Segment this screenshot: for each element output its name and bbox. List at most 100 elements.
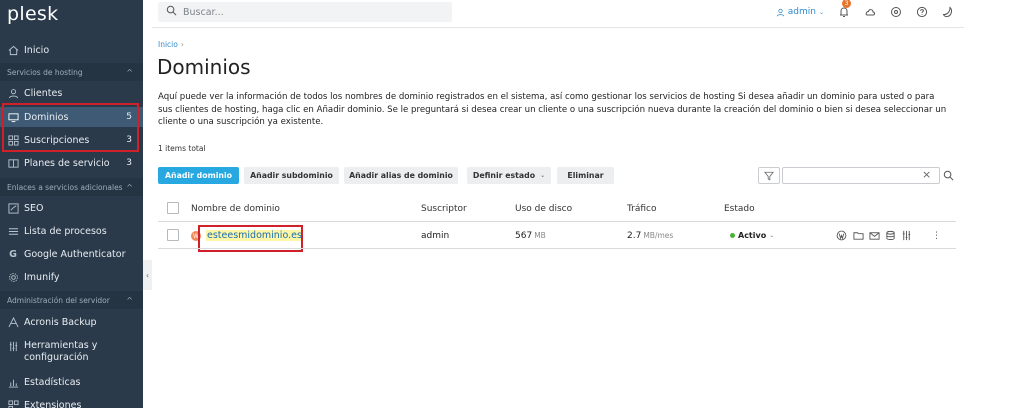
add-subdomain-button[interactable]: Añadir subdominio <box>244 167 339 184</box>
sidebar-item-label: Extensiones <box>24 399 82 408</box>
sidebar-item-herramientas[interactable]: Herramientas y configuración <box>0 336 143 368</box>
chart-up-icon <box>7 202 19 214</box>
plesk-logo[interactable]: plesk <box>7 3 58 25</box>
add-domain-alias-button[interactable]: Añadir alias de dominio <box>344 167 458 184</box>
delete-button[interactable]: Eliminar <box>557 167 614 184</box>
column-header-status[interactable]: Estado <box>724 204 755 214</box>
wordpress-action-icon[interactable] <box>836 230 847 241</box>
page-description: Aquí puede ver la información de todos l… <box>158 92 947 127</box>
add-domain-button[interactable]: Añadir dominio <box>158 167 239 184</box>
traffic-cell: 2.7 MB/mes <box>627 231 673 241</box>
breadcrumb: Inicio › <box>158 40 184 49</box>
filter-input[interactable] <box>782 167 940 184</box>
search-icon <box>166 5 177 19</box>
sidebar-item-acronis[interactable]: Acronis Backup <box>0 312 143 332</box>
settings-sliders-icon[interactable] <box>901 230 912 241</box>
disk-unit: MB <box>534 231 546 240</box>
filter-button[interactable] <box>758 167 780 184</box>
header-actions: admin ⌄ 3 <box>776 0 954 18</box>
notifications-button[interactable]: 3 <box>838 0 851 18</box>
user-icon <box>776 8 785 16</box>
disk-usage-cell: 567 MB <box>515 231 546 241</box>
section-servicios-hosting[interactable]: Servicios de hosting ^ <box>0 63 143 81</box>
more-options-icon[interactable]: ⋮ <box>931 230 942 241</box>
filter-icon <box>764 171 774 180</box>
sidebar-item-label: Lista de procesos <box>24 225 107 237</box>
user-icon <box>7 87 19 99</box>
sidebar-item-label: Estadísticas <box>24 376 81 388</box>
sliders-icon <box>7 340 19 352</box>
sidebar-item-imunify[interactable]: Imunify <box>0 267 143 287</box>
sidebar-item-seo[interactable]: SEO <box>0 198 143 218</box>
breadcrumb-link-inicio[interactable]: Inicio <box>158 40 178 49</box>
chevron-down-icon: ⌄ <box>540 172 546 179</box>
extensions-icon <box>7 399 19 408</box>
database-icon[interactable] <box>885 230 896 241</box>
highlight-box-sidebar <box>2 103 139 152</box>
book-icon <box>7 157 19 169</box>
column-header-subscriber[interactable]: Suscriptor <box>421 204 467 214</box>
button-label: Añadir alias de dominio <box>349 171 453 180</box>
button-label: Añadir dominio <box>165 171 232 180</box>
sidebar-item-extensiones[interactable]: Extensiones <box>0 395 143 408</box>
set-status-button[interactable]: Definir estado ⌄ <box>467 167 551 184</box>
table-divider <box>158 221 956 222</box>
acronis-icon <box>7 316 19 328</box>
column-header-disk[interactable]: Uso de disco <box>515 204 572 214</box>
chevron-right-icon: › <box>180 40 184 49</box>
user-menu[interactable]: admin ⌄ <box>776 7 824 17</box>
section-title: Administración del servidor <box>7 295 110 305</box>
list-icon <box>7 225 19 237</box>
section-administracion[interactable]: Administración del servidor ^ <box>0 291 143 309</box>
sidebar-item-estadisticas[interactable]: Estadísticas <box>0 372 143 392</box>
page-title: Dominios <box>157 55 251 79</box>
button-label: Definir estado <box>472 171 536 180</box>
sidebar-item-authenticator[interactable]: G Google Authenticator <box>0 244 143 264</box>
bar-chart-icon <box>7 376 19 388</box>
search-placeholder: Buscar... <box>183 6 224 18</box>
section-enlaces[interactable]: Enlaces a servicios adicionales ^ <box>0 178 143 196</box>
sidebar-item-planes[interactable]: Planes de servicio 3 <box>0 153 143 173</box>
traffic-unit: MB/mes <box>643 231 674 240</box>
button-label: Eliminar <box>567 171 604 180</box>
help-icon[interactable] <box>916 6 928 18</box>
disk-value: 567 <box>515 231 533 241</box>
column-header-traffic[interactable]: Tráfico <box>627 204 657 214</box>
column-header-domain[interactable]: Nombre de dominio <box>191 204 280 214</box>
row-checkbox[interactable] <box>167 229 179 241</box>
sidebar-item-label: Imunify <box>24 271 60 283</box>
search-input[interactable]: Buscar... <box>158 2 452 22</box>
items-total: 1 items total <box>158 144 206 153</box>
status-dropdown[interactable]: Activo ⌄ <box>730 231 774 240</box>
clear-icon[interactable]: × <box>922 168 931 182</box>
chevron-up-icon: ^ <box>126 295 133 305</box>
status-dot <box>730 233 735 238</box>
cloud-icon[interactable] <box>864 6 876 18</box>
select-all-checkbox[interactable] <box>167 202 179 214</box>
sidebar-item-count: 3 <box>126 158 132 168</box>
sidebar-collapse-button[interactable]: ‹ <box>143 260 152 290</box>
mail-icon[interactable] <box>869 230 880 241</box>
google-icon: G <box>9 248 17 260</box>
sidebar-item-inicio[interactable]: Inicio <box>0 40 143 60</box>
section-title: Servicios de hosting <box>7 67 83 77</box>
extensions-header-icon[interactable] <box>890 6 902 18</box>
home-icon <box>7 44 19 56</box>
folder-icon[interactable] <box>853 230 864 241</box>
button-label: Añadir subdominio <box>250 171 333 180</box>
chevron-up-icon: ^ <box>126 182 133 192</box>
sidebar: plesk Inicio Servicios de hosting ^ Clie… <box>0 0 143 408</box>
sidebar-item-clientes[interactable]: Clientes <box>0 83 143 103</box>
bell-icon <box>840 7 848 17</box>
status-label: Activo <box>738 231 767 240</box>
chevron-down-icon: ⌄ <box>769 232 775 239</box>
sidebar-item-label: Clientes <box>24 87 63 99</box>
sidebar-item-label: Planes de servicio <box>24 157 110 169</box>
moon-icon[interactable] <box>942 6 954 18</box>
traffic-value: 2.7 <box>627 231 642 241</box>
filter-search-button[interactable] <box>940 167 957 184</box>
sidebar-item-procesos[interactable]: Lista de procesos <box>0 221 143 241</box>
chevron-down-icon: ⌄ <box>818 8 824 16</box>
sidebar-item-label: Herramientas y configuración <box>24 340 98 363</box>
header-divider <box>152 27 964 28</box>
